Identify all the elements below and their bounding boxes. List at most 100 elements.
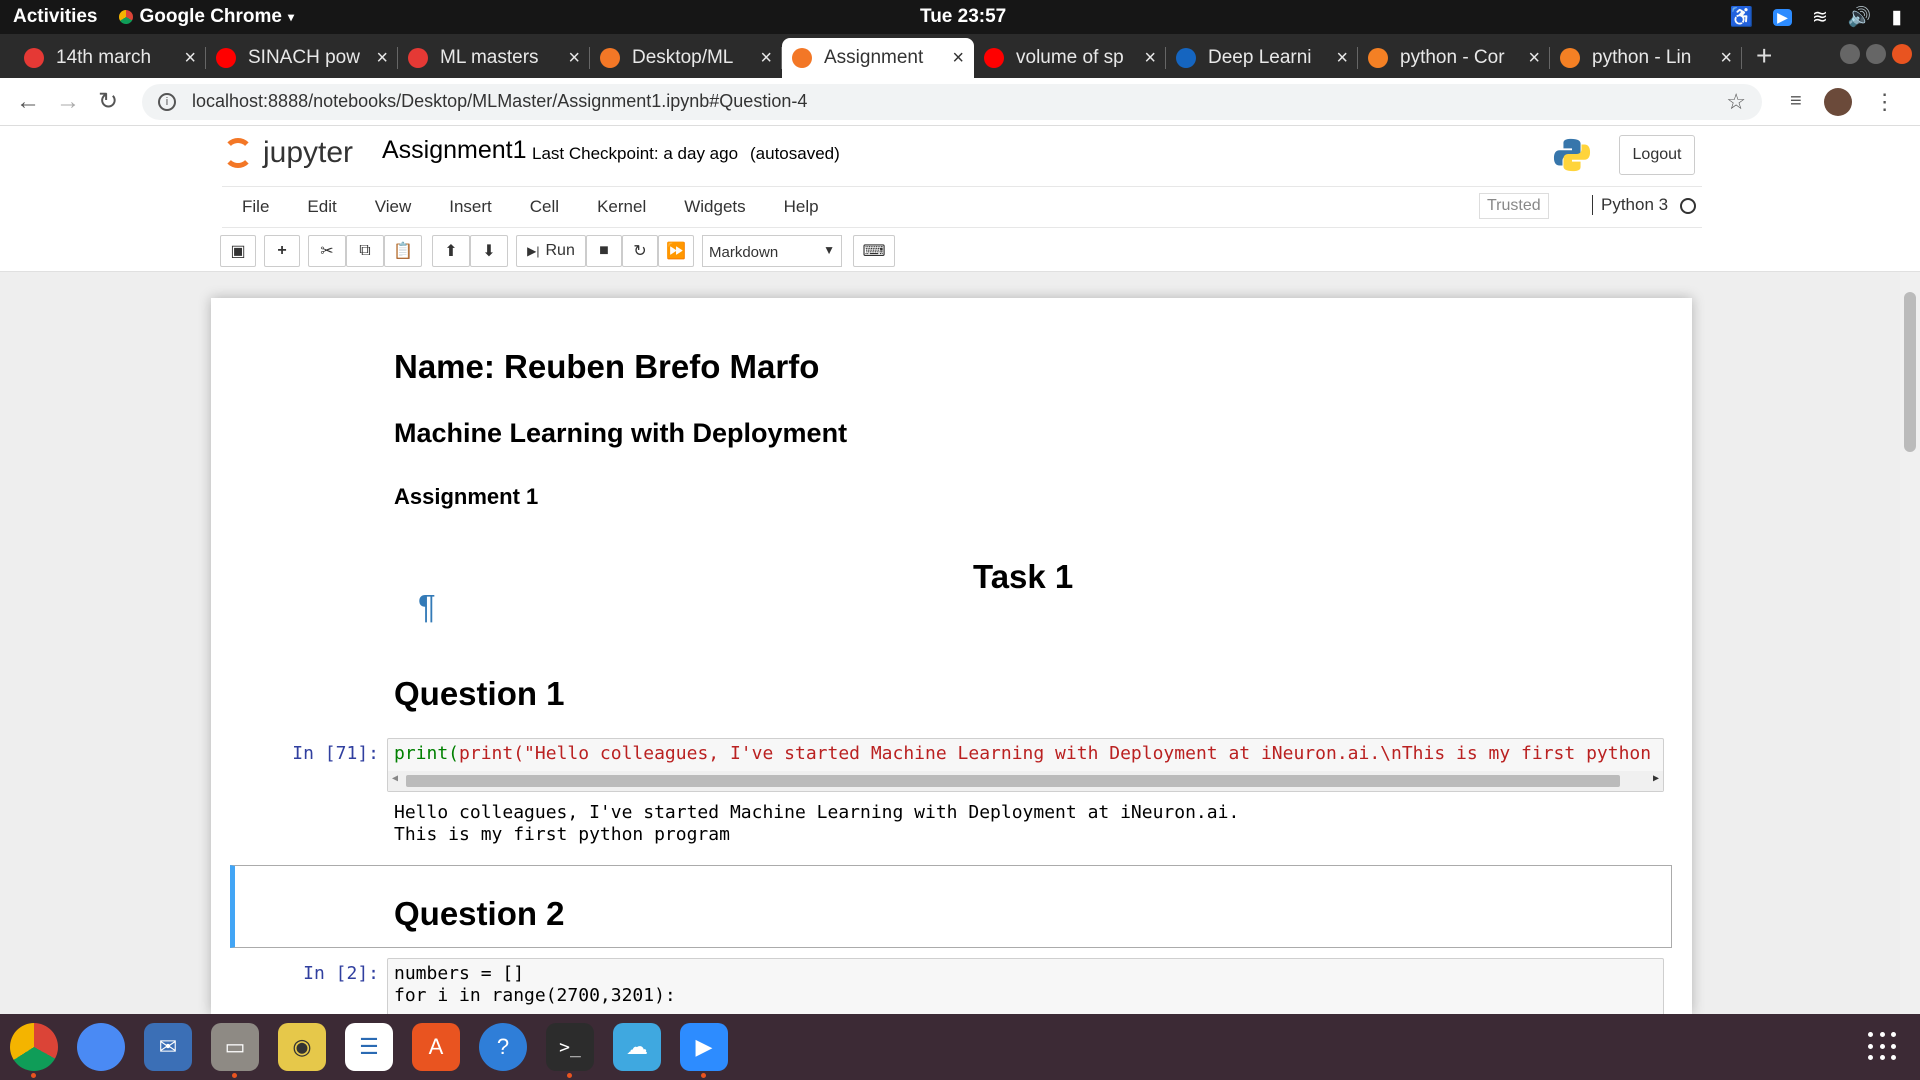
activities-button[interactable]: Activities [13, 6, 97, 28]
tab-title: Desktop/ML [632, 47, 734, 68]
writer-dock-icon[interactable]: ☰ [345, 1023, 393, 1071]
help-dock-icon[interactable]: ? [479, 1023, 527, 1071]
tab[interactable]: volume of sp × [974, 38, 1166, 78]
tab[interactable]: Desktop/ML × [590, 38, 782, 78]
zoom-dock-icon[interactable]: ▶ [680, 1023, 728, 1078]
tab-active[interactable]: Assignment × [782, 38, 974, 78]
restart-run-all-button[interactable]: ⏩ [658, 235, 694, 267]
system-tray[interactable]: ♿ ▶ ≋ 🔊 ▮ [1729, 5, 1902, 29]
omnibox[interactable]: i localhost:8888/notebooks/Desktop/MLMas… [142, 83, 1762, 120]
assignment-heading: Assignment 1 [394, 484, 539, 509]
profile-avatar[interactable] [1823, 87, 1852, 116]
menu-widgets[interactable]: Widgets [665, 197, 764, 217]
horizontal-scrollbar[interactable]: ◀ ▶ [388, 771, 1663, 791]
copy-button[interactable]: ⧉ [346, 235, 384, 267]
command-palette-button[interactable]: ⌨ [853, 235, 895, 267]
anchor-link-pilcrow[interactable]: ¶ [418, 588, 436, 626]
ubuntu-dock: ✉ ▭ ◉ ☰ A ? >_ ☁ ▶ [0, 1014, 1920, 1080]
tab[interactable]: python - Lin × [1550, 38, 1742, 78]
cell-type-select[interactable]: Markdown ▼ [702, 235, 842, 267]
new-tab-icon[interactable]: + [1756, 40, 1772, 72]
run-button[interactable]: ▶| Run [516, 235, 586, 267]
bookmark-star-icon[interactable]: ☆ [1726, 89, 1746, 115]
close-tab-icon[interactable]: × [1144, 47, 1156, 70]
menu-edit[interactable]: Edit [288, 197, 355, 217]
tab[interactable]: Deep Learni × [1166, 38, 1358, 78]
show-applications-icon[interactable] [1868, 1032, 1898, 1062]
move-down-button[interactable]: ⬇ [470, 235, 508, 267]
paste-button[interactable]: 📋 [384, 235, 422, 267]
close-tab-icon[interactable]: × [1528, 47, 1540, 70]
tab-strip: 14th march × SINACH pow × ML masters × Desk… [0, 34, 1920, 78]
close-tab-icon[interactable]: × [1336, 47, 1348, 70]
tab[interactable]: SINACH pow × [206, 38, 398, 78]
menu-help[interactable]: Help [765, 197, 838, 217]
code-cell[interactable]: print(print("Hello colleagues, I've star… [387, 738, 1664, 792]
logout-button[interactable]: Logout [1619, 135, 1695, 175]
app-menu[interactable]: Google Chrome ▾ [119, 6, 294, 28]
menu-kernel[interactable]: Kernel [578, 197, 665, 217]
close-tab-icon[interactable]: × [376, 47, 388, 70]
trusted-indicator[interactable]: Trusted [1479, 193, 1549, 219]
cloud-dock-icon[interactable]: ☁ [613, 1023, 661, 1071]
code-cell[interactable]: numbers = [] for i in range(2700,3201): [387, 958, 1664, 1014]
chromium-dock-icon[interactable] [77, 1023, 125, 1071]
page-scrollbar-thumb[interactable] [1904, 292, 1916, 452]
jupyter-logo[interactable]: jupyter [223, 136, 353, 170]
scroll-right-icon[interactable]: ▶ [1653, 773, 1659, 784]
move-up-button[interactable]: ⬆ [432, 235, 470, 267]
forward-icon[interactable]: → [48, 88, 88, 116]
restart-button[interactable]: ↻ [622, 235, 658, 267]
horizontal-scroll-thumb[interactable] [406, 775, 1620, 787]
site-info-icon[interactable]: i [158, 92, 176, 111]
back-icon[interactable]: ← [8, 88, 48, 116]
reload-icon[interactable]: ↻ [88, 87, 128, 116]
fast-forward-icon: ⏩ [666, 243, 686, 260]
close-tab-icon[interactable]: × [760, 47, 772, 70]
close-tab-icon[interactable]: × [568, 47, 580, 70]
software-dock-icon[interactable]: A [412, 1023, 460, 1071]
tab[interactable]: 14th march × [14, 38, 206, 78]
accessibility-icon[interactable]: ♿ [1729, 5, 1753, 29]
interrupt-button[interactable]: ■ [586, 235, 622, 267]
minimize-icon[interactable] [1840, 44, 1860, 64]
chrome-dock-icon[interactable] [10, 1023, 58, 1078]
code-line: numbers = [] [394, 963, 525, 984]
url-text[interactable]: localhost:8888/notebooks/Desktop/MLMaste… [192, 91, 807, 112]
maximize-icon[interactable] [1866, 44, 1886, 64]
tab-title: 14th march [56, 47, 152, 68]
close-tab-icon[interactable]: × [184, 47, 196, 70]
code-line[interactable]: print(print("Hello colleagues, I've star… [388, 739, 1663, 768]
close-tab-icon[interactable]: × [1720, 47, 1732, 70]
music-dock-icon[interactable]: ◉ [278, 1023, 326, 1071]
close-tab-icon[interactable]: × [952, 47, 964, 70]
save-button[interactable]: ▣ [220, 235, 256, 267]
mail-dock-icon[interactable]: ✉ [144, 1023, 192, 1071]
menu-insert[interactable]: Insert [430, 197, 511, 217]
output-line: This is my first python program [394, 824, 730, 845]
menu-view[interactable]: View [356, 197, 431, 217]
notebook-name[interactable]: Assignment1 [382, 136, 527, 165]
scroll-left-icon[interactable]: ◀ [392, 773, 398, 784]
clock[interactable]: Tue 23:57 [920, 6, 1006, 28]
volume-icon[interactable]: 🔊 [1848, 5, 1872, 29]
save-icon: ▣ [230, 243, 246, 260]
tab[interactable]: ML masters × [398, 38, 590, 78]
kernel-name[interactable]: Python 3 [1592, 195, 1668, 215]
insert-cell-button[interactable]: + [264, 235, 300, 267]
scissors-icon: ✂ [320, 243, 334, 260]
code-area[interactable]: numbers = [] for i in range(2700,3201): [388, 959, 1663, 1011]
close-window-icon[interactable] [1892, 44, 1912, 64]
battery-icon[interactable]: ▮ [1892, 6, 1902, 29]
zoom-tray-icon[interactable]: ▶ [1773, 8, 1792, 26]
tab[interactable]: python - Cor × [1358, 38, 1550, 78]
cut-button[interactable]: ✂ [308, 235, 346, 267]
terminal-dock-icon[interactable]: >_ [546, 1023, 594, 1078]
menu-cell[interactable]: Cell [511, 197, 578, 217]
menu-dots-icon[interactable]: ⋮ [1874, 89, 1896, 115]
checkpoint-status[interactable]: Last Checkpoint: a day ago [532, 144, 738, 164]
menu-file[interactable]: File [223, 197, 288, 217]
files-dock-icon[interactable]: ▭ [211, 1023, 259, 1078]
wifi-icon[interactable]: ≋ [1812, 6, 1828, 29]
media-control-icon[interactable]: ≡ [1790, 90, 1802, 113]
